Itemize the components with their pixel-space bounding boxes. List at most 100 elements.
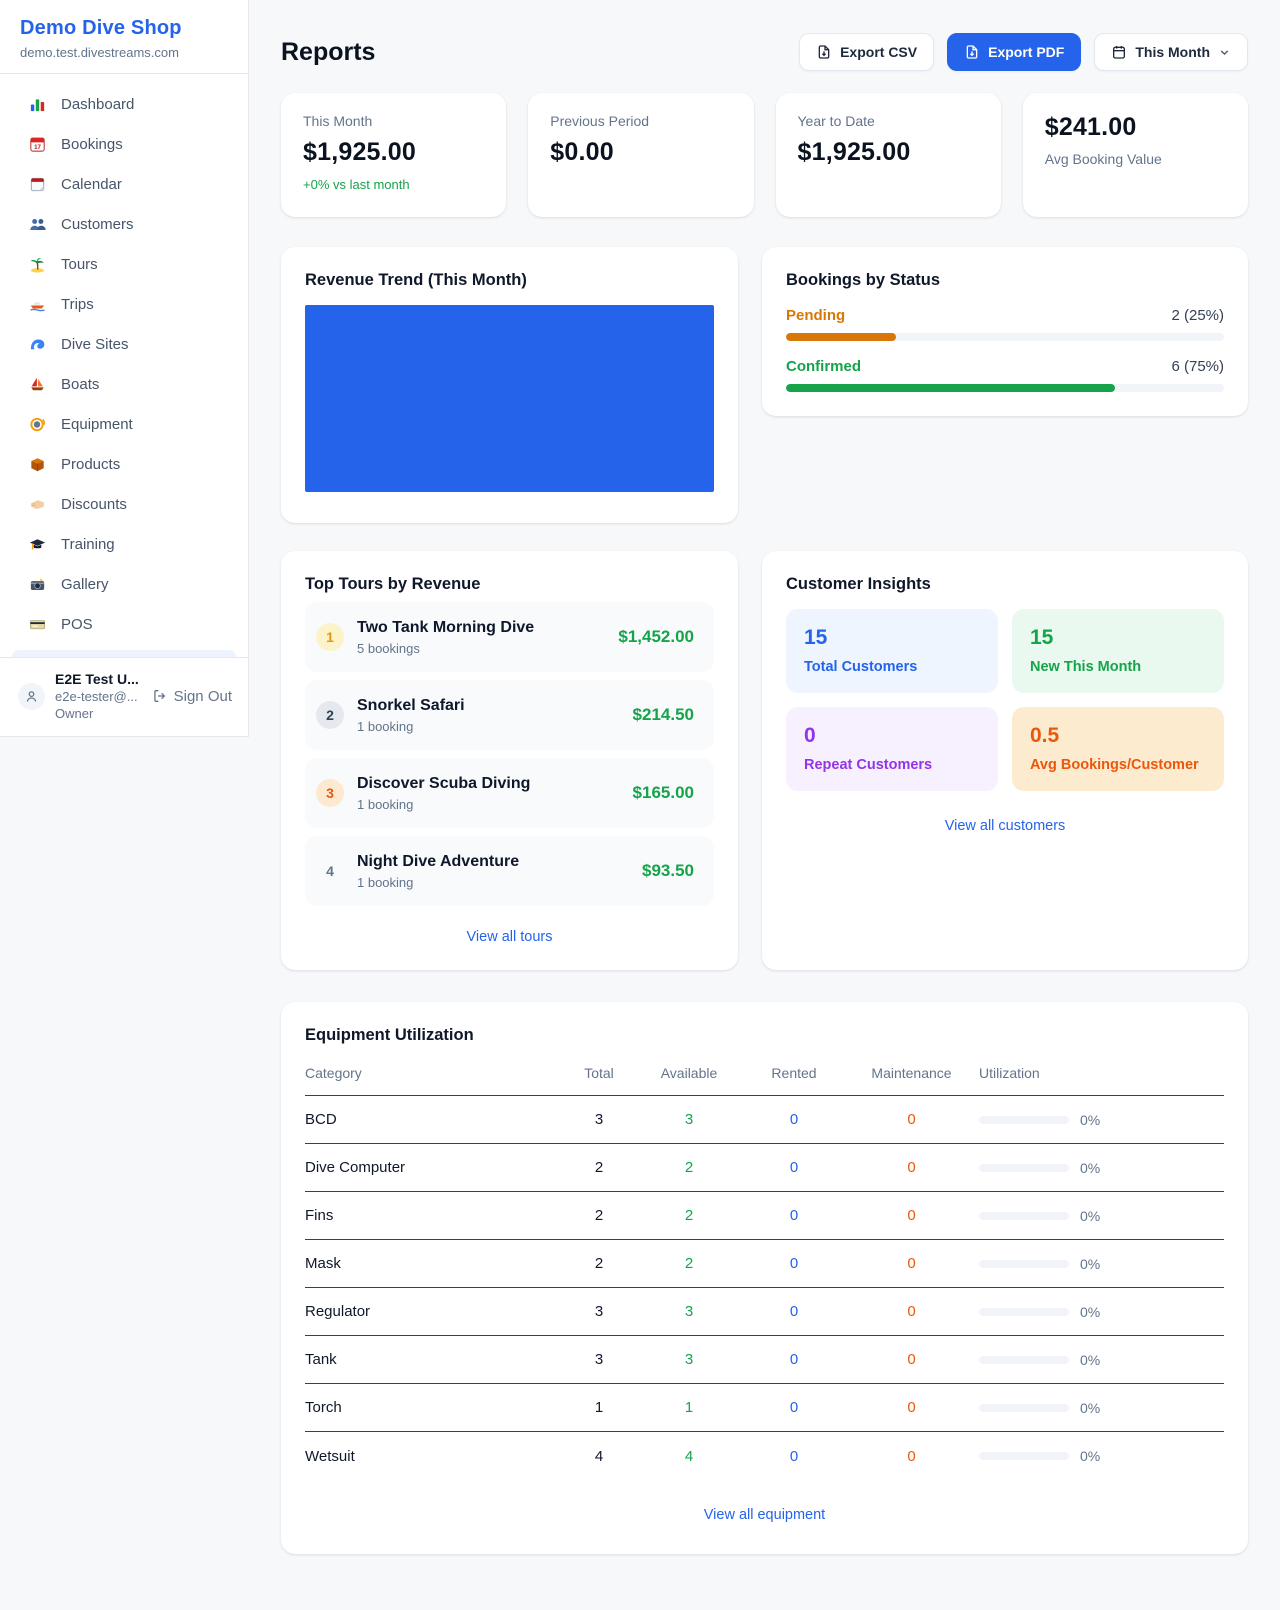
- charts-row: Revenue Trend (This Month) Bookings by S…: [281, 247, 1248, 523]
- bookings-by-status-card: Bookings by Status Pending 2 (25%) Confi…: [762, 247, 1248, 416]
- list-item: 3 Discover Scuba Diving 1 booking $165.0…: [305, 758, 714, 828]
- sidebar-item-pos[interactable]: POS: [10, 606, 238, 643]
- file-download-icon: [964, 44, 980, 60]
- sidebar-item-boats[interactable]: Boats: [10, 366, 238, 403]
- utilization-bar: [979, 1308, 1069, 1316]
- equipment-total: 3: [564, 1351, 634, 1368]
- dashboard-icon: [28, 95, 47, 114]
- equipment-category: Fins: [305, 1207, 564, 1224]
- stat-card-previous-period: Previous Period $0.00: [528, 93, 753, 217]
- tour-name: Snorkel Safari: [357, 697, 620, 715]
- equipment-available: 2: [634, 1159, 744, 1176]
- utilization-percent: 0%: [1080, 1256, 1100, 1272]
- column-header: Rented: [744, 1065, 844, 1081]
- lists-row: Top Tours by Revenue 1 Two Tank Morning …: [281, 551, 1248, 970]
- tour-bookings: 1 booking: [357, 875, 629, 890]
- sidebar-item-products[interactable]: Products: [10, 446, 238, 483]
- equipment-category: Tank: [305, 1351, 564, 1368]
- period-dropdown[interactable]: This Month: [1094, 33, 1248, 71]
- customers-icon: [28, 215, 47, 234]
- status-row: Pending 2 (25%): [786, 307, 1224, 324]
- view-all-equipment-link[interactable]: View all equipment: [704, 1507, 825, 1523]
- tour-amount: $93.50: [642, 861, 694, 881]
- stat-label: Year to Date: [798, 113, 979, 129]
- equipment-maintenance: 0: [844, 1255, 979, 1272]
- stat-value: $241.00: [1045, 113, 1226, 142]
- sidebar-item-calendar[interactable]: Calendar: [10, 166, 238, 203]
- utilization-bar: [979, 1164, 1069, 1172]
- equipment-available: 4: [634, 1448, 744, 1465]
- equipment-utilization-cell: 0%: [979, 1304, 1224, 1320]
- utilization-bar: [979, 1116, 1069, 1124]
- dive-sites-icon: [28, 335, 47, 354]
- table-row: Dive Computer22000%: [305, 1144, 1224, 1192]
- sidebar-item-customers[interactable]: Customers: [10, 206, 238, 243]
- view-all-tours-link[interactable]: View all tours: [467, 929, 553, 945]
- sidebar-active-item-partial[interactable]: [12, 650, 236, 657]
- equipment-rented: 0: [744, 1351, 844, 1368]
- boats-icon: [28, 375, 47, 394]
- tour-name: Discover Scuba Diving: [357, 775, 620, 793]
- sidebar-item-bookings[interactable]: 17Bookings: [10, 126, 238, 163]
- rank-badge: 3: [316, 779, 344, 807]
- sidebar-item-dive-sites[interactable]: Dive Sites: [10, 326, 238, 363]
- equipment-category: BCD: [305, 1111, 564, 1128]
- stats-row: This Month $1,925.00 +0% vs last month P…: [281, 93, 1248, 217]
- equipment-maintenance: 0: [844, 1351, 979, 1368]
- header-actions: Export CSV Export PDF This Month: [799, 33, 1248, 71]
- equipment-utilization-cell: 0%: [979, 1208, 1224, 1224]
- sidebar-item-label: Calendar: [61, 176, 122, 193]
- utilization-bar: [979, 1356, 1069, 1364]
- equipment-category: Dive Computer: [305, 1159, 564, 1176]
- sidebar-nav: Dashboard 17Bookings Calendar CustomersTour…: [0, 74, 248, 648]
- sidebar-item-training[interactable]: Training: [10, 526, 238, 563]
- equipment-icon: [28, 415, 47, 434]
- sidebar-item-label: Dashboard: [61, 96, 134, 113]
- table-row: Tank33000%: [305, 1336, 1224, 1384]
- utilization-percent: 0%: [1080, 1304, 1100, 1320]
- sidebar-item-trips[interactable]: Trips: [10, 286, 238, 323]
- equipment-rented: 0: [744, 1255, 844, 1272]
- tour-amount: $1,452.00: [618, 627, 694, 647]
- user-name: E2E Test U...: [55, 671, 142, 687]
- sidebar-item-dashboard[interactable]: Dashboard: [10, 86, 238, 123]
- equipment-maintenance: 0: [844, 1448, 979, 1465]
- sidebar-item-gallery[interactable]: Gallery: [10, 566, 238, 603]
- customer-insights-card: Customer Insights 15 Total Customers 15 …: [762, 551, 1248, 970]
- sidebar-item-discounts[interactable]: Discounts: [10, 486, 238, 523]
- products-icon: [28, 455, 47, 474]
- avatar: [18, 683, 45, 710]
- page-header: Reports Export CSV Export PDF: [281, 33, 1248, 71]
- equipment-total: 2: [564, 1159, 634, 1176]
- utilization-percent: 0%: [1080, 1448, 1100, 1464]
- sign-out-button[interactable]: Sign Out: [152, 688, 232, 705]
- insight-label: Repeat Customers: [804, 757, 980, 773]
- column-header: Maintenance: [844, 1065, 979, 1081]
- stat-value: $1,925.00: [798, 138, 979, 167]
- equipment-total: 2: [564, 1207, 634, 1224]
- equipment-total: 3: [564, 1303, 634, 1320]
- sidebar-item-equipment[interactable]: Equipment: [10, 406, 238, 443]
- export-csv-button[interactable]: Export CSV: [799, 33, 934, 71]
- equipment-utilization-cell: 0%: [979, 1352, 1224, 1368]
- user-icon: [23, 688, 40, 705]
- insight-tile-total-customers: 15 Total Customers: [786, 609, 998, 693]
- equipment-utilization-card: Equipment Utilization Category Total Ava…: [281, 1002, 1248, 1554]
- utilization-percent: 0%: [1080, 1112, 1100, 1128]
- brand-name: Demo Dive Shop: [20, 17, 228, 40]
- equipment-total: 4: [564, 1448, 634, 1465]
- sidebar-item-tours[interactable]: Tours: [10, 246, 238, 283]
- equipment-utilization-cell: 0%: [979, 1400, 1224, 1416]
- brand: Demo Dive Shop demo.test.divestreams.com: [0, 0, 248, 74]
- equipment-available: 3: [634, 1111, 744, 1128]
- discounts-icon: [28, 495, 47, 514]
- sidebar-item-label: Gallery: [61, 576, 109, 593]
- view-all-customers-link[interactable]: View all customers: [945, 818, 1066, 834]
- export-pdf-button[interactable]: Export PDF: [947, 33, 1081, 71]
- sidebar-item-label: Training: [61, 536, 115, 553]
- insight-value: 15: [1030, 626, 1206, 650]
- utilization-percent: 0%: [1080, 1208, 1100, 1224]
- sidebar-item-label: Bookings: [61, 136, 123, 153]
- equipment-available: 2: [634, 1207, 744, 1224]
- status-count: 2 (25%): [1171, 307, 1224, 324]
